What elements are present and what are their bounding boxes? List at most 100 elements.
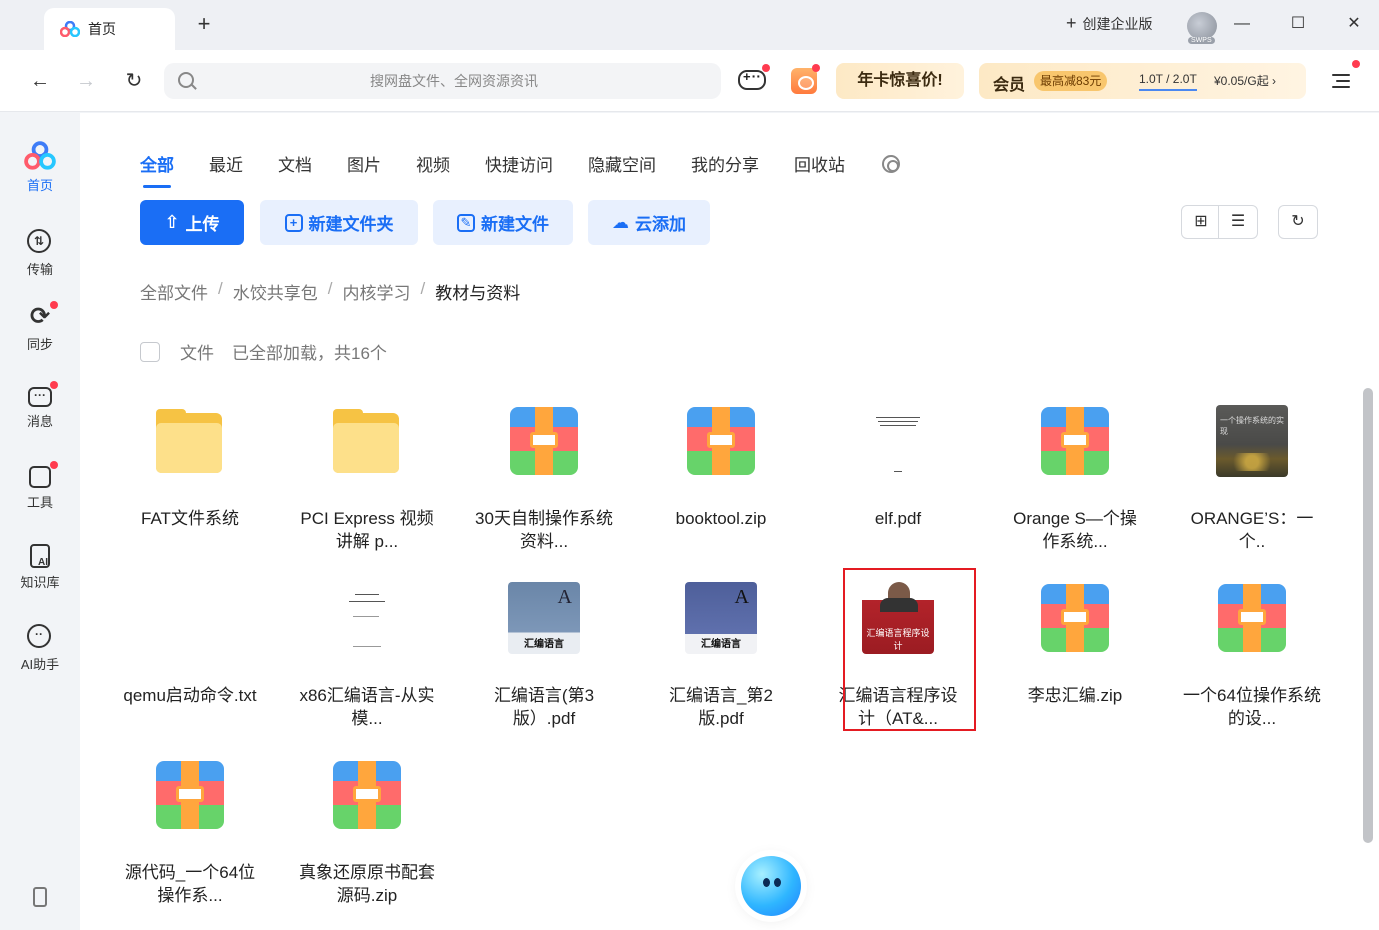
gamepad-notification-dot	[762, 64, 770, 72]
sidebar-item-tools[interactable]: 工具	[0, 464, 80, 511]
file-name: 汇编语言(第3版）.pdf	[493, 686, 595, 728]
file-name: 汇编语言_第2版.pdf	[669, 686, 773, 728]
tab-videos[interactable]: 视频	[416, 151, 450, 176]
book-cover-thumbnail: 一个操作系统的实现	[1216, 405, 1288, 477]
sync-icon: ⟳	[29, 303, 51, 330]
refresh-list-button[interactable]: ↻	[1278, 205, 1318, 239]
app-logo-icon	[60, 21, 80, 37]
file-item[interactable]: Orange S—个操作系统...	[1005, 405, 1145, 553]
sidebar-item-messages[interactable]: ··· 消息	[0, 384, 80, 430]
minimize-button[interactable]: —	[1230, 12, 1254, 36]
create-enterprise-label: 创建企业版	[1082, 15, 1153, 32]
cloud-upload-icon: ☁	[612, 212, 629, 232]
book-cover-title: 一个操作系统的实现	[1220, 416, 1284, 436]
search-box	[164, 63, 721, 99]
file-item[interactable]: PCI Express 视频讲解 p...	[297, 405, 437, 553]
vip-promo-button[interactable]: 会员 最高减83元 1.0T / 2.0T ¥0.05/G起 ›	[979, 63, 1306, 99]
tab-recycle-bin[interactable]: 回收站	[794, 151, 845, 176]
sidebar-item-home[interactable]: 首页	[0, 141, 80, 194]
book-cover-title: 汇编语言	[524, 639, 564, 650]
pdf-thumbnail-icon	[862, 405, 934, 477]
file-name: 源代码_一个64位操作系...	[124, 863, 256, 905]
file-name: elf.pdf	[874, 509, 922, 528]
zip-archive-icon	[1039, 582, 1111, 654]
create-enterprise-button[interactable]: + 创建企业版	[1066, 13, 1153, 34]
breadcrumb-item[interactable]: 内核学习	[342, 279, 410, 304]
file-item[interactable]: 真象还原原书配套源码.zip	[297, 759, 437, 907]
tab-all[interactable]: 全部	[140, 151, 174, 188]
folder-icon	[154, 405, 226, 477]
gift-notification-dot	[812, 64, 820, 72]
vip-label: 会员	[993, 77, 1026, 94]
tab-my-shares[interactable]: 我的分享	[691, 151, 759, 176]
tab-settings-icon[interactable]	[882, 155, 900, 173]
gamepad-icon[interactable]	[738, 68, 766, 90]
zip-archive-icon	[154, 759, 226, 831]
new-folder-label: 新建文件夹	[308, 215, 394, 234]
file-name: ORANGE’S：一个..	[1190, 509, 1314, 551]
tab-documents[interactable]: 文档	[278, 151, 312, 176]
sync-notification-dot	[50, 301, 58, 309]
breadcrumb-item[interactable]: 全部文件	[140, 279, 208, 304]
menu-notification-dot	[1352, 60, 1360, 68]
ai-assistant-floating-button[interactable]	[741, 856, 801, 916]
ai-assistant-icon: ··	[27, 624, 53, 650]
file-item[interactable]: FAT文件系统	[120, 405, 260, 553]
tab-quick-access[interactable]: 快捷访问	[485, 151, 553, 176]
upload-button[interactable]: ⇧ 上传	[140, 200, 244, 245]
pdf-thumbnail-icon	[331, 582, 403, 654]
sidebar-item-ai-assistant[interactable]: ·· AI助手	[0, 624, 80, 673]
tab-recent[interactable]: 最近	[209, 151, 243, 176]
file-item[interactable]: 一个操作系统的实现 ORANGE’S：一个..	[1182, 405, 1322, 553]
list-view-button[interactable]: ☰	[1218, 205, 1258, 239]
txt-file-icon	[154, 582, 226, 654]
file-item[interactable]: 李忠汇编.zip	[1005, 582, 1145, 730]
title-bar: 首页 + + 创建企业版 SWPS — ☐ ✕	[0, 0, 1379, 50]
cloud-add-button[interactable]: ☁ 云添加	[588, 200, 710, 245]
sidebar-item-sync[interactable]: ⟳ 同步	[0, 304, 80, 353]
tab-images[interactable]: 图片	[347, 151, 381, 176]
knowledge-icon: AI	[30, 544, 50, 568]
file-item[interactable]: elf.pdf	[828, 405, 968, 553]
maximize-button[interactable]: ☐	[1286, 12, 1310, 36]
new-folder-button[interactable]: + 新建文件夹	[260, 200, 418, 245]
annual-promo-button[interactable]: 年卡惊喜价!	[836, 63, 964, 99]
file-item[interactable]: qemu启动命令.txt	[120, 582, 260, 730]
file-item[interactable]: 30天自制操作系统资料...	[474, 405, 614, 553]
gift-icon[interactable]	[791, 68, 817, 94]
file-item[interactable]: A 汇编语言 汇编语言(第3版）.pdf	[474, 582, 614, 730]
plus-icon: +	[1066, 13, 1077, 33]
menu-icon[interactable]	[1330, 72, 1350, 90]
breadcrumb-item[interactable]: 水饺共享包	[233, 279, 318, 304]
new-tab-button[interactable]: +	[192, 12, 216, 36]
file-item[interactable]: x86汇编语言-从实模...	[297, 582, 437, 730]
new-file-button[interactable]: ✎ 新建文件	[433, 200, 573, 245]
storage-price: ¥0.05/G起 ›	[1214, 74, 1277, 88]
book-cover-thumbnail: A 汇编语言	[685, 582, 757, 654]
breadcrumb-separator: /	[218, 279, 223, 298]
phone-icon[interactable]	[33, 887, 47, 907]
sidebar: 首页 ⇅ 传输 ⟳ 同步 ··· 消息 工具 AI 知识库 ·· AI助手	[0, 113, 80, 930]
file-item[interactable]: A 汇编语言 汇编语言_第2版.pdf	[651, 582, 791, 730]
select-all-checkbox[interactable]	[140, 341, 160, 362]
grid-view-button[interactable]: ⊞	[1181, 205, 1221, 239]
avatar[interactable]: SWPS	[1187, 12, 1217, 44]
zip-archive-icon	[685, 405, 757, 477]
sidebar-item-knowledge[interactable]: AI 知识库	[0, 544, 80, 591]
tab-home[interactable]: 首页	[44, 8, 175, 50]
search-input[interactable]	[204, 63, 704, 99]
category-tabs: 全部 最近 文档 图片 视频 快捷访问 隐藏空间 我的分享 回收站	[140, 151, 880, 188]
file-item[interactable]: booktool.zip	[651, 405, 791, 553]
book-cover-title: 汇编语言	[701, 639, 741, 650]
file-item[interactable]: 源代码_一个64位操作系...	[120, 759, 260, 907]
close-button[interactable]: ✕	[1342, 12, 1366, 36]
back-button[interactable]: ←	[27, 68, 53, 94]
vertical-scrollbar[interactable]	[1363, 388, 1373, 843]
tab-hidden-space[interactable]: 隐藏空间	[588, 151, 656, 176]
sidebar-item-transfer[interactable]: ⇅ 传输	[0, 229, 80, 278]
file-name: 一个64位操作系统的设...	[1183, 686, 1321, 728]
refresh-page-button[interactable]: ↻	[121, 68, 147, 94]
file-item[interactable]: 一个64位操作系统的设...	[1182, 582, 1322, 730]
forward-button[interactable]: →	[73, 68, 99, 94]
file-name: x86汇编语言-从实模...	[299, 686, 435, 728]
